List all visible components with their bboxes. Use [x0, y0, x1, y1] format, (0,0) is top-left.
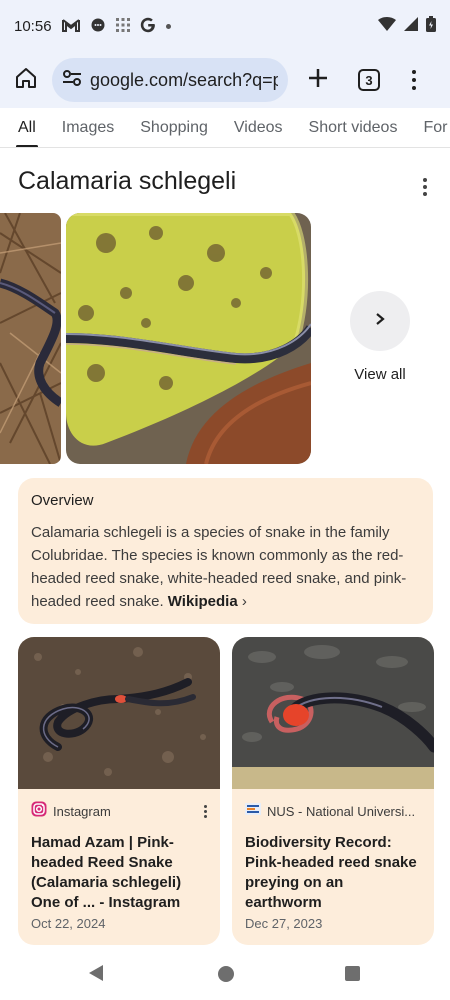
chevron-right-small-icon: ›	[241, 593, 247, 610]
snake-image-1[interactable]	[0, 213, 61, 464]
more-icon[interactable]	[410, 70, 418, 90]
new-tab-button[interactable]	[304, 66, 332, 94]
instagram-icon	[31, 801, 47, 822]
card-meta: NUS - National Universi...	[232, 789, 434, 833]
chat-icon	[90, 17, 106, 36]
url-text[interactable]: google.com/search?q=p	[90, 70, 278, 91]
tab-videos[interactable]: Videos	[234, 108, 283, 147]
home-nav-icon[interactable]	[218, 966, 234, 982]
result-card-nus[interactable]: NUS - National Universi... Biodiversity …	[232, 637, 434, 945]
recents-icon[interactable]	[345, 966, 360, 981]
address-bar[interactable]: google.com/search?q=p	[52, 58, 288, 102]
gmail-icon	[61, 18, 80, 35]
overview-text: Calamaria schlegeli is a species of snak…	[31, 521, 420, 613]
card-image[interactable]	[18, 637, 220, 789]
battery-icon	[426, 16, 436, 36]
card-date: Dec 27, 2023	[245, 916, 323, 931]
card-date: Oct 22, 2024	[31, 916, 106, 931]
more-options-icon[interactable]	[422, 178, 428, 196]
overview-heading: Overview	[31, 492, 94, 509]
tab-short-videos[interactable]: Short videos	[309, 108, 398, 147]
tab-images[interactable]: Images	[62, 108, 114, 147]
result-card-instagram[interactable]: Instagram Hamad Azam | Pink-headed Reed …	[18, 637, 220, 945]
snake-image-2[interactable]	[66, 213, 311, 464]
next-images-button[interactable]	[350, 291, 410, 351]
wikipedia-link[interactable]: Wikipedia	[168, 593, 238, 610]
overview-panel: Overview Calamaria schlegeli is a specie…	[18, 478, 433, 624]
plus-icon	[307, 65, 329, 95]
home-icon	[14, 66, 38, 95]
browser-toolbar: google.com/search?q=p 3	[0, 52, 450, 108]
more-options-icon[interactable]	[204, 804, 207, 818]
site-settings-icon[interactable]	[62, 69, 82, 92]
back-icon[interactable]	[88, 964, 104, 987]
tabs-icon[interactable]: 3	[358, 69, 380, 91]
nus-logo-icon	[245, 801, 261, 822]
system-nav-bar	[0, 948, 450, 1000]
grid-icon	[115, 17, 130, 35]
result-title: Calamaria schlegeli	[18, 167, 237, 195]
search-filter-tabs: All Images Shopping Videos Short videos …	[0, 108, 450, 148]
dot-icon	[165, 23, 171, 29]
card-image[interactable]	[232, 637, 434, 789]
wifi-icon	[378, 17, 396, 35]
card-title[interactable]: Biodiversity Record: Pink-headed reed sn…	[232, 833, 434, 913]
status-time: 10:56	[14, 17, 52, 35]
card-source: Instagram	[53, 803, 111, 819]
status-bar: 10:56	[0, 0, 450, 52]
card-meta: Instagram	[18, 789, 220, 833]
signal-icon	[404, 17, 418, 35]
tab-forums[interactable]: For	[423, 108, 447, 147]
home-button[interactable]	[8, 62, 44, 98]
card-source: NUS - National Universi...	[267, 803, 416, 819]
card-title[interactable]: Hamad Azam | Pink-headed Reed Snake (Cal…	[18, 833, 220, 913]
tab-shopping[interactable]: Shopping	[140, 108, 208, 147]
google-icon	[140, 17, 156, 36]
view-all-link[interactable]: View all	[350, 366, 410, 383]
chevron-right-icon	[373, 312, 387, 331]
tab-all[interactable]: All	[16, 108, 38, 147]
